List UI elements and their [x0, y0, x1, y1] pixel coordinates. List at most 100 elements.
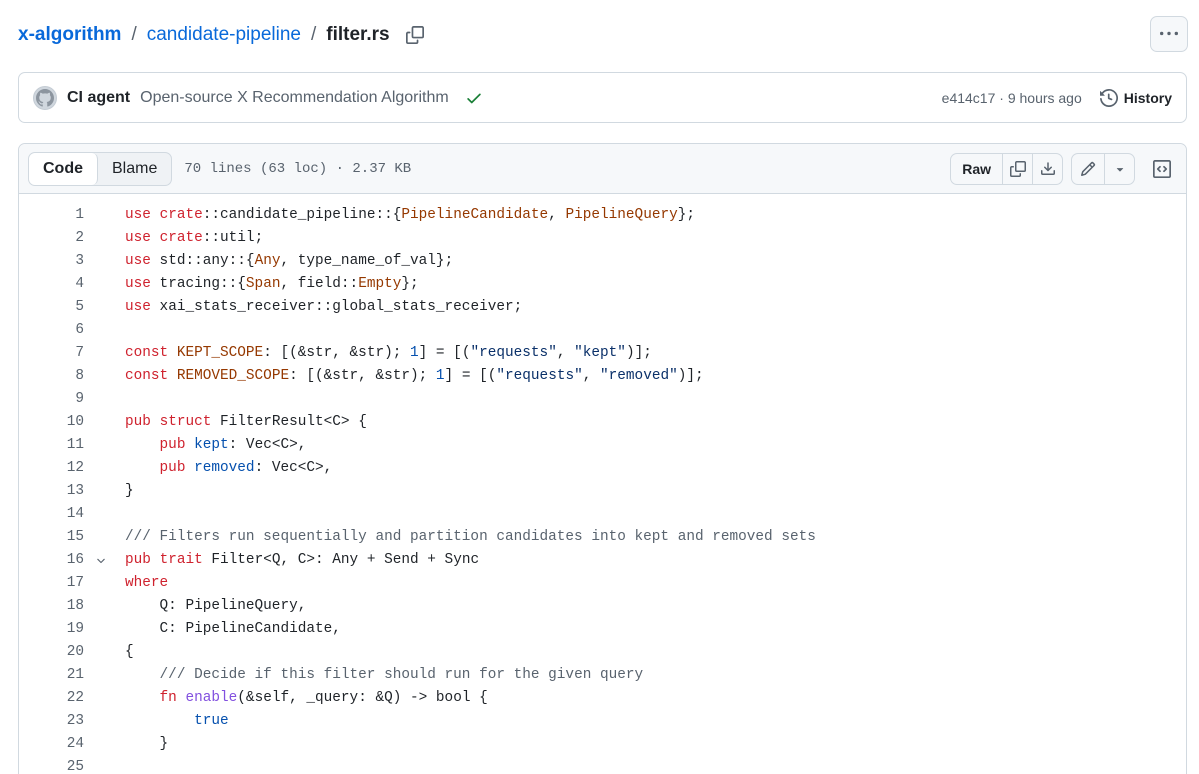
code-text: where	[125, 575, 169, 591]
line-number[interactable]: 10	[19, 411, 84, 434]
line-number[interactable]: 23	[19, 710, 84, 733]
check-icon	[466, 93, 481, 103]
commit-meta: e414c17 · 9 hours ago History	[942, 88, 1172, 107]
code-text: const REMOVED_SCOPE: [(&str, &str); 1] =…	[125, 368, 704, 384]
breadcrumb-file-name: filter.rs	[326, 24, 390, 45]
avatar[interactable]	[33, 85, 57, 110]
code-text: }	[125, 736, 169, 752]
line-number[interactable]: 13	[19, 480, 84, 503]
code-square-icon	[1153, 159, 1171, 178]
pencil-icon	[1080, 161, 1096, 176]
code-text: use std::any::{Any, type_name_of_val};	[125, 253, 454, 269]
github-avatar-icon	[36, 88, 54, 107]
code-line: 24 }	[19, 733, 1186, 756]
code-view: 1 use crate::candidate_pipeline::{Pipelin…	[19, 204, 1186, 774]
breadcrumb-folder-link[interactable]: candidate-pipeline	[147, 24, 301, 46]
code-text: pub removed: Vec<C>,	[159, 460, 333, 476]
line-number[interactable]: 16	[19, 549, 84, 572]
line-number[interactable]: 2	[19, 227, 84, 250]
code-text: {	[125, 644, 134, 660]
breadcrumb-separator: /	[310, 24, 317, 45]
history-icon	[1099, 88, 1118, 107]
symbols-panel-button[interactable]	[1146, 153, 1178, 185]
code-text: fn enable(&self, _query: &Q) -> bool {	[159, 690, 488, 706]
raw-button[interactable]: Raw	[951, 154, 1002, 184]
line-number[interactable]: 4	[19, 273, 84, 296]
chevron-down-icon[interactable]	[95, 555, 107, 567]
line-number[interactable]: 14	[19, 503, 84, 526]
line-number[interactable]: 18	[19, 595, 84, 618]
code-line: 14	[19, 503, 1186, 526]
line-number[interactable]: 25	[19, 756, 84, 774]
code-text: use tracing::{Span, field::Empty};	[125, 276, 419, 292]
code-text: pub trait Filter<Q, C>: Any + Send + Syn…	[125, 552, 480, 568]
code-text: }	[125, 483, 134, 499]
code-text: use crate::util;	[125, 230, 264, 246]
code-text: Q: PipelineQuery,	[125, 598, 307, 614]
code-text: pub kept: Vec<C>,	[159, 437, 307, 453]
code-line: 23 true	[19, 710, 1186, 733]
file-actions: Raw	[950, 152, 1178, 185]
line-number[interactable]: 6	[19, 319, 84, 342]
line-number[interactable]: 9	[19, 388, 84, 411]
code-line: 20 {	[19, 641, 1186, 664]
line-number[interactable]: 17	[19, 572, 84, 595]
download-button[interactable]	[1032, 153, 1062, 184]
code-line: 5 use xai_stats_receiver::global_stats_re…	[19, 296, 1186, 319]
code-text: use crate::candidate_pipeline::{Pipeline…	[125, 207, 696, 223]
kebab-horizontal-icon	[1160, 31, 1178, 36]
line-number[interactable]: 20	[19, 641, 84, 664]
code-line: 3 use std::any::{Any, type_name_of_val};	[19, 250, 1186, 273]
line-number[interactable]: 22	[19, 687, 84, 710]
copy-icon	[1009, 160, 1026, 177]
code-line: 4 use tracing::{Span, field::Empty};	[19, 273, 1186, 296]
code-line: 10 pub struct FilterResult<C> {	[19, 411, 1186, 434]
file-viewer: Code Blame 70 lines (63 loc) · 2.37 KB R…	[18, 143, 1187, 774]
edit-file-button[interactable]	[1072, 154, 1104, 184]
line-number[interactable]: 11	[19, 434, 84, 457]
line-number[interactable]: 1	[19, 204, 84, 227]
edit-group	[1071, 152, 1135, 185]
code-line: 16 pub trait Filter<Q, C>: Any + Send + S…	[19, 549, 1186, 572]
code-line: 13}	[19, 480, 1186, 503]
history-button[interactable]: History	[1099, 88, 1172, 107]
commit-status-check[interactable]	[465, 89, 483, 107]
edit-dropdown-button[interactable]	[1104, 153, 1134, 184]
copy-path-button[interactable]	[404, 24, 426, 46]
line-number[interactable]: 5	[19, 296, 84, 319]
code-text: true	[194, 713, 229, 729]
line-number[interactable]: 21	[19, 664, 84, 687]
line-number[interactable]: 8	[19, 365, 84, 388]
more-options-button[interactable]	[1150, 16, 1188, 52]
code-line: 8 const REMOVED_SCOPE: [(&str, &str); 1] …	[19, 365, 1186, 388]
breadcrumb-separator: /	[131, 24, 137, 45]
code-line: 6	[19, 319, 1186, 342]
line-number[interactable]: 24	[19, 733, 84, 756]
commit-message-link[interactable]: Open-source X Recommendation Algorithm	[140, 89, 449, 107]
copy-raw-button[interactable]	[1002, 153, 1032, 184]
latest-commit-bar: CI agent Open-source X Recommendation Al…	[18, 72, 1187, 123]
code-line: 15 /// Filters run sequentially and parti…	[19, 526, 1186, 549]
commit-sha-time[interactable]: e414c17 · 9 hours ago	[942, 90, 1082, 106]
code-line: 19 C: PipelineCandidate,	[19, 618, 1186, 641]
code-line: 9	[19, 388, 1186, 411]
download-icon	[1040, 161, 1055, 175]
tab-code[interactable]: Code	[29, 152, 98, 185]
code-line: 11 pub kept: Vec<C>,	[19, 434, 1186, 457]
line-number[interactable]: 19	[19, 618, 84, 641]
raw-copy-download-group: Raw	[950, 152, 1063, 185]
history-label: History	[1123, 89, 1172, 106]
code-line: 7 const KEPT_SCOPE: [(&str, &str); 1] = […	[19, 342, 1186, 365]
line-number[interactable]: 3	[19, 250, 84, 273]
code-line: 12 pub removed: Vec<C>,	[19, 457, 1186, 480]
breadcrumb-repo-link[interactable]: x-algorithm	[18, 24, 121, 46]
code-line: 18 Q: PipelineQuery,	[19, 595, 1186, 618]
line-number[interactable]: 12	[19, 457, 84, 480]
line-number[interactable]: 15	[19, 526, 84, 549]
code-line: 17 where	[19, 572, 1186, 595]
tab-blame[interactable]: Blame	[98, 153, 171, 185]
code-line: 22 fn enable(&self, _query: &Q) -> bool …	[19, 687, 1186, 710]
code-text: pub struct FilterResult<C> {	[125, 414, 367, 430]
commit-author-link[interactable]: CI agent	[67, 89, 130, 107]
line-number[interactable]: 7	[19, 342, 84, 365]
